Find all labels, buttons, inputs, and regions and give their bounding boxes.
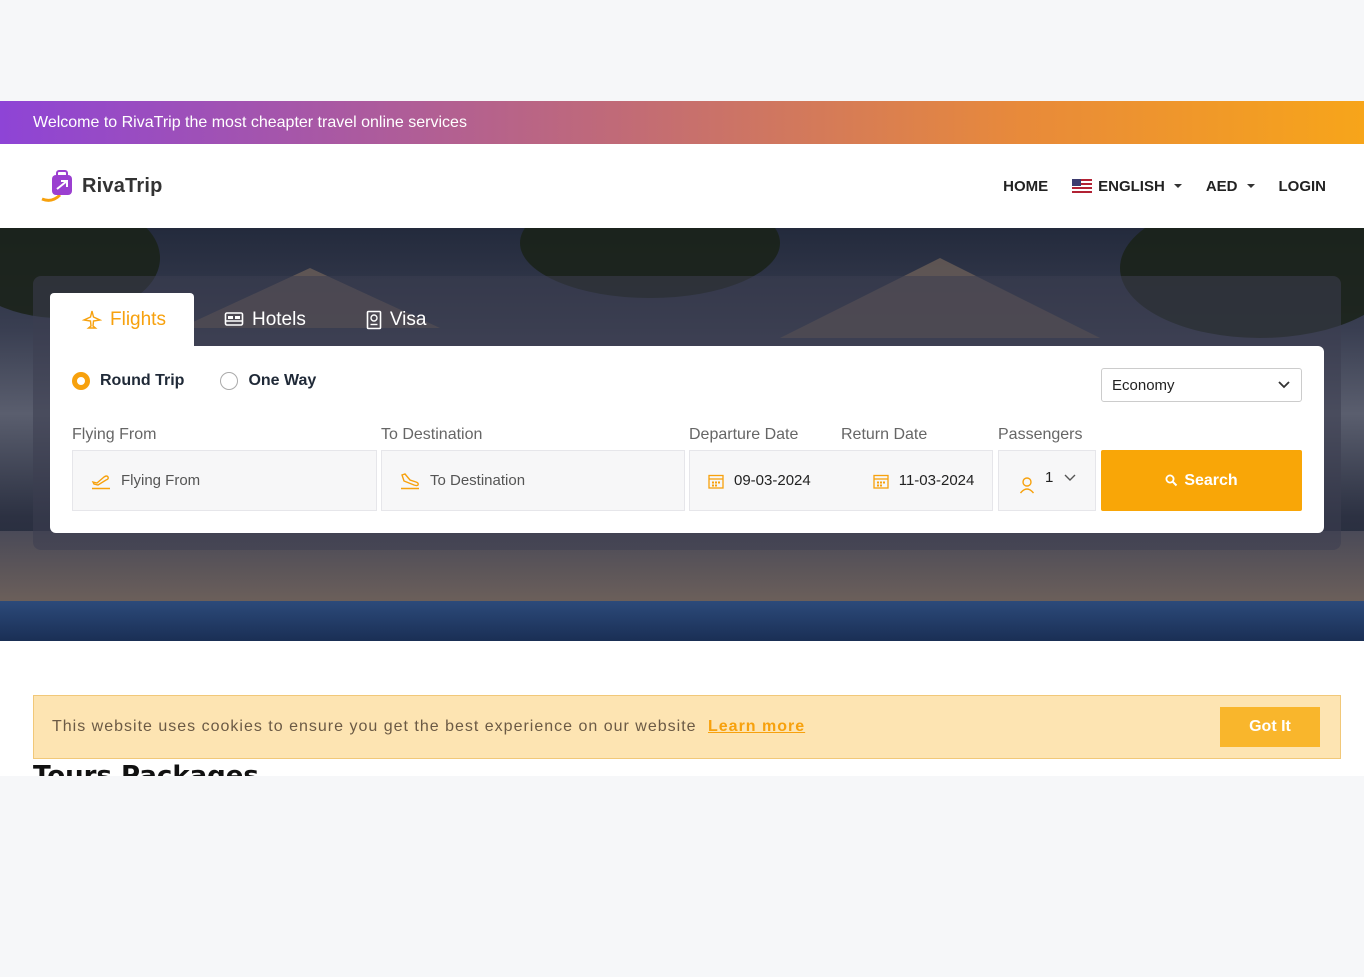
departure-date-input[interactable]: 09-03-2024: [734, 472, 811, 489]
flying-from-input[interactable]: Flying From: [121, 472, 200, 489]
passengers-count: 1: [1045, 469, 1054, 486]
top-blank-area: [0, 0, 1364, 101]
plane-icon: [82, 310, 102, 329]
section-title: Tours Packages: [33, 761, 259, 776]
search-button[interactable]: Search: [1101, 450, 1302, 511]
return-date-label: Return Date: [841, 426, 928, 443]
logo-text: RivaTrip: [82, 174, 163, 197]
chevron-down-icon: [1064, 474, 1076, 481]
to-destination-label: To Destination: [381, 426, 483, 443]
content-section: This website uses cookies to ensure you …: [0, 641, 1364, 776]
login-link[interactable]: LOGIN: [1279, 178, 1327, 195]
tab-flights[interactable]: Flights: [50, 293, 194, 346]
currency-dropdown[interactable]: AED: [1206, 178, 1255, 195]
return-date-input[interactable]: 11-03-2024: [899, 472, 975, 489]
main-nav: HOME ENGLISH AED LOGIN: [979, 178, 1326, 195]
search-tabs: Flights Hotels Visa: [50, 293, 456, 346]
nav-home[interactable]: HOME: [1003, 178, 1048, 195]
one-way-label: One Way: [248, 372, 317, 389]
search-widget: Flights Hotels Visa Round Trip One Way E…: [33, 276, 1341, 550]
search-icon: [1165, 474, 1178, 487]
cookie-text: This website uses cookies to ensure you …: [52, 718, 697, 735]
tab-hotels-label: Hotels: [251, 308, 306, 330]
hero-pool: [0, 601, 1364, 641]
cookie-message: This website uses cookies to ensure you …: [52, 718, 805, 736]
calendar-icon: [708, 474, 724, 489]
passengers-field[interactable]: 1: [998, 450, 1096, 511]
departure-date-label: Departure Date: [689, 426, 799, 443]
calendar-icon: [873, 474, 889, 489]
welcome-bar: Welcome to RivaTrip the most cheapter tr…: [0, 101, 1364, 144]
logo[interactable]: RivaTrip: [38, 169, 163, 203]
currency-label: AED: [1205, 177, 1238, 195]
to-destination-field[interactable]: To Destination: [381, 450, 685, 511]
caret-down-icon: [1246, 184, 1255, 188]
chevron-down-icon: [1278, 381, 1290, 389]
caret-down-icon: [1173, 184, 1182, 188]
language-dropdown[interactable]: ENGLISH: [1072, 178, 1182, 195]
bottom-blank-area: [0, 776, 1364, 977]
login-label: LOGIN: [1278, 177, 1327, 195]
logo-suitcase-icon: [38, 169, 76, 203]
cookie-accept-button[interactable]: Got It: [1220, 707, 1320, 747]
us-flag-icon: [1072, 179, 1093, 193]
cabin-class-value: Economy: [1112, 376, 1175, 394]
cookie-banner: This website uses cookies to ensure you …: [33, 695, 1341, 759]
navbar: RivaTrip HOME ENGLISH AED LOGIN: [0, 144, 1364, 228]
passport-icon: [366, 310, 382, 329]
cabin-class-select[interactable]: Economy: [1101, 368, 1302, 402]
round-trip-option[interactable]: Round Trip: [72, 372, 184, 390]
date-range-field[interactable]: 09-03-2024 11-03-2024: [689, 450, 993, 511]
passengers-label: Passengers: [998, 426, 1083, 443]
round-trip-label: Round Trip: [100, 372, 185, 389]
flying-from-field[interactable]: Flying From: [72, 450, 377, 511]
trip-type-group: Round Trip One Way: [72, 372, 316, 390]
welcome-text: Welcome to RivaTrip the most cheapter tr…: [33, 113, 467, 131]
tab-visa-label: Visa: [389, 308, 427, 330]
tab-hotels[interactable]: Hotels: [194, 293, 336, 346]
tab-flights-label: Flights: [110, 308, 166, 330]
learn-more-link[interactable]: Learn more: [708, 718, 805, 735]
bed-icon: [224, 311, 244, 326]
tab-visa[interactable]: Visa: [336, 293, 457, 346]
round-trip-radio[interactable]: [72, 372, 90, 390]
nav-home-label: HOME: [1003, 177, 1049, 195]
search-button-label: Search: [1184, 471, 1238, 489]
user-icon: [1019, 476, 1035, 493]
flight-search-panel: Round Trip One Way Economy Flying From T…: [50, 346, 1324, 533]
one-way-radio[interactable]: [220, 372, 239, 390]
one-way-option[interactable]: One Way: [220, 372, 316, 390]
flying-from-label: Flying From: [72, 426, 157, 443]
language-label: ENGLISH: [1098, 177, 1165, 195]
plane-landing-icon: [401, 472, 419, 489]
plane-takeoff-icon: [91, 474, 110, 489]
hero-banner: Flights Hotels Visa Round Trip One Way E…: [0, 228, 1364, 641]
to-destination-input[interactable]: To Destination: [430, 472, 525, 489]
